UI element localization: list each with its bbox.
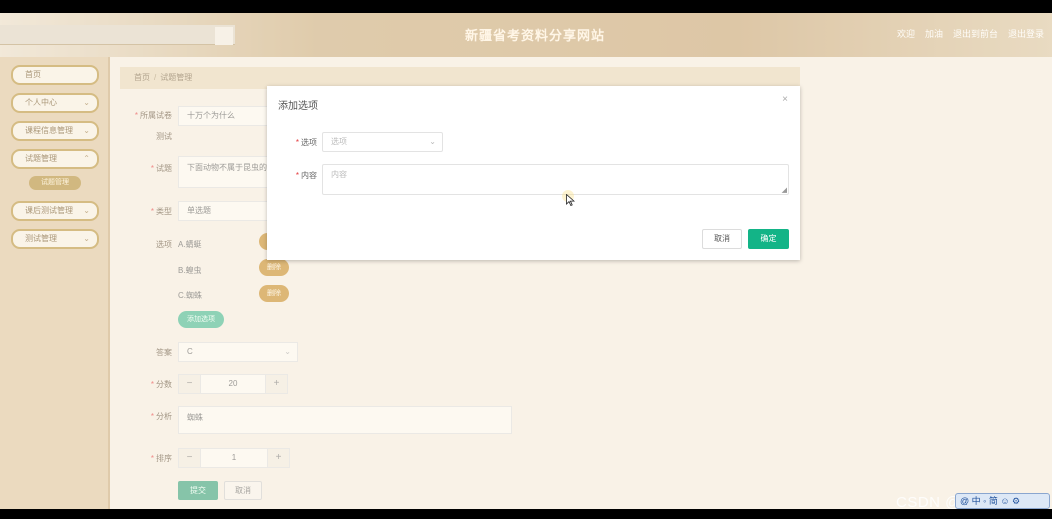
dialog-option-select[interactable]: 选项 ⌄: [322, 132, 443, 152]
app-window: 新疆省考资料分享网站 欢迎 加油 退出到前台 退出登录 首页 个人中心 ⌄ 课程信…: [0, 13, 1052, 509]
dialog-content-placeholder: 内容: [331, 170, 347, 179]
mouse-cursor-icon: [566, 194, 575, 206]
ime-tray[interactable]: @ 中 ◦ 简 ☺ ⚙: [955, 493, 1050, 509]
dialog-title: 添加选项: [278, 101, 318, 112]
dialog-confirm-button[interactable]: 确定: [748, 229, 789, 249]
dialog-cancel-button[interactable]: 取消: [702, 229, 742, 249]
dialog-option-label: * 选项: [295, 138, 317, 147]
resize-grip-icon[interactable]: ◢: [782, 186, 787, 194]
close-icon[interactable]: ×: [782, 94, 788, 105]
chevron-down-icon: ⌄: [429, 137, 436, 146]
screen-border-top: [0, 0, 1052, 13]
screen-border-bottom: [0, 509, 1052, 519]
dialog-option-placeholder: 选项: [331, 137, 347, 146]
dialog-content-textarea[interactable]: 内容 ◢: [322, 164, 789, 195]
add-option-dialog: 添加选项 × * 选项 选项 ⌄ * 内容 内容 ◢ 取消 确定: [267, 86, 800, 260]
dialog-content-label: * 内容: [295, 171, 317, 180]
